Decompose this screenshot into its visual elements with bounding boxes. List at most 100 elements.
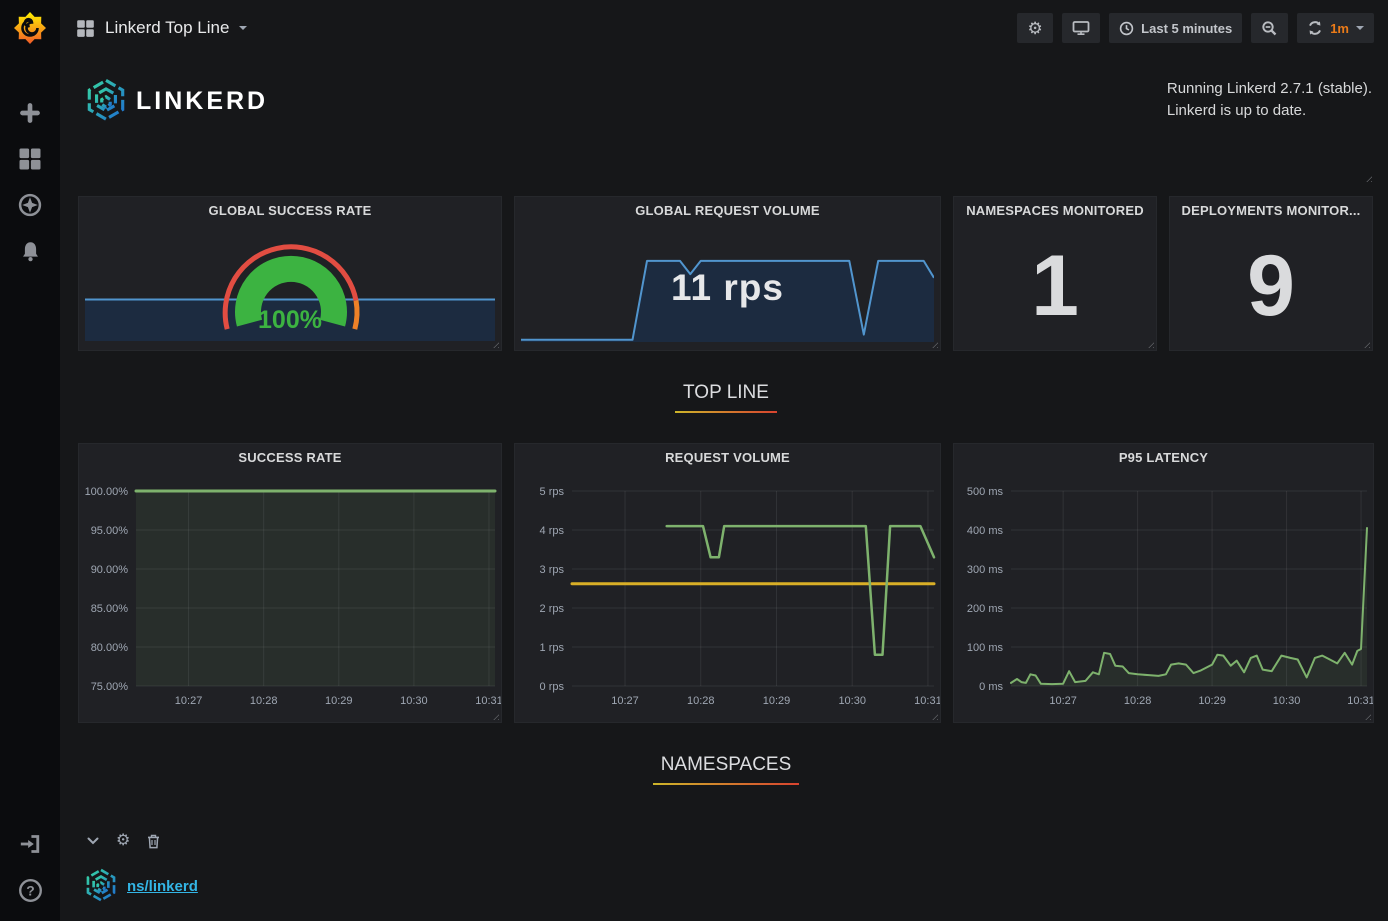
dashboard-settings-button[interactable]: ⚙ (1017, 13, 1053, 43)
request-volume-chart: 0 rps1 rps2 rps3 rps4 rps5 rps10:2710:28… (515, 444, 940, 722)
y-axis-tick-label: 4 rps (540, 525, 565, 537)
panel-global-success-rate: GLOBAL SUCCESS RATE 100% (78, 196, 502, 351)
refresh-picker[interactable]: 1m (1297, 13, 1374, 43)
top-navbar: Linkerd Top Line ⚙ Last 5 minutes 1m (60, 0, 1388, 56)
panel-resize-handle[interactable] (1363, 173, 1372, 182)
namespace-link-row: ns/linkerd (78, 868, 1374, 904)
y-axis-tick-label: 100.00% (85, 486, 129, 498)
panel-title[interactable]: GLOBAL REQUEST VOLUME (515, 197, 940, 223)
series-line (1011, 528, 1367, 684)
linkerd-brand: LINKERD (84, 78, 268, 124)
success-rate-chart: 75.00% 80.00% 85.00% 90.00% 95.00% 100.00% 10:… (79, 444, 501, 722)
row-toggle-namespaces[interactable]: NAMESPACES (653, 754, 800, 785)
panel-title[interactable]: NAMESPACES MONITORED (954, 197, 1156, 223)
panel-request-volume-graph: REQUEST VOLUME 0 rps1 rps2 rps3 rps4 rps… (514, 443, 941, 723)
x-axis-tick-label: 10:27 (611, 695, 639, 707)
panel-success-rate-graph: SUCCESS RATE 75.00% 80.00% 85.00% 90.00% 95.… (78, 443, 502, 723)
panel-title[interactable]: DEPLOYMENTS MONITOR... (1170, 197, 1372, 223)
refresh-icon (1307, 20, 1323, 36)
status-line-1: Running Linkerd 2.7.1 (stable). (1167, 78, 1372, 100)
y-axis-tick-label: 3 rps (540, 564, 565, 576)
explore-compass-icon[interactable] (17, 192, 43, 218)
deployments-monitored-value: 9 (1170, 223, 1372, 350)
namespace-row-controls: ⚙ (78, 829, 1374, 853)
nav-actions: ⚙ Last 5 minutes 1m (1017, 13, 1374, 43)
linkerd-logo-icon (84, 78, 128, 124)
y-axis-tick-label: 75.00% (91, 681, 129, 693)
x-axis-tick-label: 10:31 (914, 695, 940, 707)
panel-namespaces-monitored: NAMESPACES MONITORED 1 (953, 196, 1157, 351)
sidebar: ? (0, 0, 60, 921)
gauge-value: 100% (258, 306, 322, 334)
panel-title[interactable]: SUCCESS RATE (79, 444, 501, 470)
page-title: Linkerd Top Line (105, 18, 229, 38)
time-range-picker[interactable]: Last 5 minutes (1109, 13, 1242, 43)
dashboards-icon[interactable] (17, 146, 43, 172)
zoom-out-button[interactable] (1251, 13, 1288, 43)
x-axis-tick-label: 10:28 (250, 695, 278, 707)
y-axis-tick-label: 90.00% (91, 564, 129, 576)
p95-latency-chart: 0 ms100 ms200 ms300 ms400 ms500 ms10:271… (954, 444, 1373, 722)
panel-deployments-monitored: DEPLOYMENTS MONITOR... 9 (1169, 196, 1373, 351)
row-collapse-chevron-icon[interactable] (87, 837, 99, 845)
chart-canvas: 0 rps1 rps2 rps3 rps4 rps5 rps10:2710:28… (515, 444, 940, 722)
cycle-view-mode-button[interactable] (1062, 13, 1100, 43)
row-header-namespaces: NAMESPACES (78, 723, 1374, 815)
alerting-bell-icon[interactable] (17, 238, 43, 264)
svg-text:?: ? (26, 882, 34, 898)
row-label: NAMESPACES (653, 754, 800, 776)
namespaces-monitored-value: 1 (954, 223, 1156, 350)
y-axis-tick-label: 95.00% (91, 525, 129, 537)
y-axis-tick-label: 85.00% (91, 603, 129, 615)
y-axis-tick-label: 300 ms (967, 564, 1004, 576)
sign-in-icon[interactable] (17, 831, 43, 857)
y-axis-tick-label: 100 ms (967, 642, 1004, 654)
panel-p95-latency-graph: P95 LATENCY 0 ms100 ms200 ms300 ms400 ms… (953, 443, 1374, 723)
row-toggle-top-line[interactable]: TOP LINE (675, 382, 777, 413)
namespace-link[interactable]: ns/linkerd (127, 878, 198, 895)
panel-title[interactable]: REQUEST VOLUME (515, 444, 940, 470)
x-axis-tick-label: 10:30 (400, 695, 428, 707)
panel-global-request-volume: GLOBAL REQUEST VOLUME 11 rps (514, 196, 941, 351)
y-axis-tick-label: 2 rps (540, 603, 565, 615)
chart-canvas: 75.00% 80.00% 85.00% 90.00% 95.00% 100.00% 10:… (79, 444, 501, 722)
series-line (667, 526, 934, 655)
chevron-down-icon (1356, 26, 1364, 30)
row-underline (675, 411, 777, 413)
x-axis-tick-label: 10:29 (325, 695, 353, 707)
dashboard-grid-icon (76, 19, 95, 38)
zoom-out-icon (1261, 20, 1278, 37)
x-axis-tick-label: 10:30 (1273, 695, 1301, 707)
y-axis-tick-label: 500 ms (967, 486, 1004, 498)
x-axis-tick-label: 10:30 (838, 695, 866, 707)
help-icon[interactable]: ? (17, 877, 43, 903)
y-axis-tick-label: 400 ms (967, 525, 1004, 537)
x-axis-tick-label: 10:28 (1124, 695, 1152, 707)
panel-title[interactable]: GLOBAL SUCCESS RATE (79, 197, 501, 223)
linkerd-status-text: Running Linkerd 2.7.1 (stable). Linkerd … (1167, 78, 1372, 122)
grafana-logo[interactable] (13, 11, 47, 50)
dashboard-content: LINKERD Running Linkerd 2.7.1 (stable). … (60, 56, 1388, 921)
panel-title[interactable]: P95 LATENCY (954, 444, 1373, 470)
x-axis-tick-label: 10:28 (687, 695, 715, 707)
x-axis-tick-label: 10:31 (1347, 695, 1373, 707)
status-line-2: Linkerd is up to date. (1167, 100, 1372, 122)
row-label: TOP LINE (675, 382, 777, 404)
grafana-logo-icon (13, 11, 47, 45)
time-range-label: Last 5 minutes (1141, 21, 1232, 36)
row-delete-trash-icon[interactable] (147, 834, 160, 849)
linkerd-logo-icon (84, 868, 118, 904)
y-axis-tick-label: 0 ms (979, 681, 1003, 693)
create-add-icon[interactable] (17, 100, 43, 126)
x-axis-tick-label: 10:29 (1198, 695, 1226, 707)
linkerd-brand-name: LINKERD (136, 87, 268, 116)
dashboard-title-button[interactable]: Linkerd Top Line (76, 18, 247, 38)
y-axis-tick-label: 0 rps (540, 681, 565, 693)
clock-icon (1119, 21, 1134, 36)
chart-canvas: 0 ms100 ms200 ms300 ms400 ms500 ms10:271… (954, 444, 1373, 722)
row-header-top-line: TOP LINE (78, 351, 1374, 443)
linkerd-header-panel: LINKERD Running Linkerd 2.7.1 (stable). … (78, 62, 1374, 184)
success-rate-gauge: 100% (79, 221, 501, 351)
y-axis-tick-label: 80.00% (91, 642, 129, 654)
row-settings-gear-icon[interactable]: ⚙ (116, 833, 130, 849)
